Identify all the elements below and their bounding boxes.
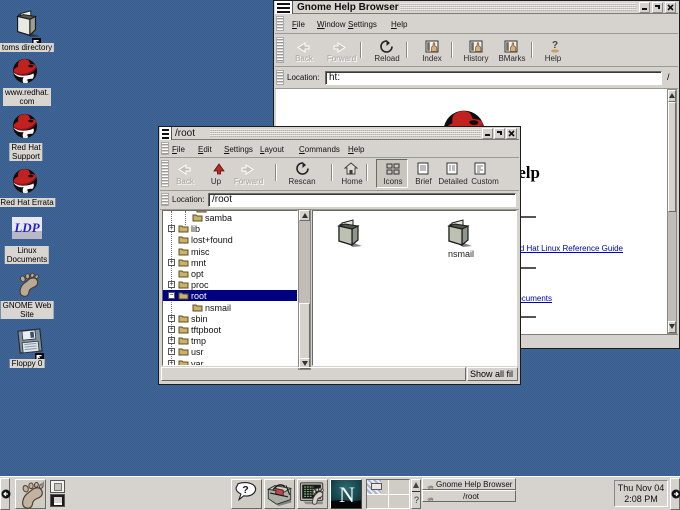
svg-text:LDP: LDP (13, 220, 40, 235)
svg-text:N: N (339, 482, 355, 507)
svg-text:?: ? (242, 485, 248, 496)
svg-text:?: ? (552, 40, 558, 51)
